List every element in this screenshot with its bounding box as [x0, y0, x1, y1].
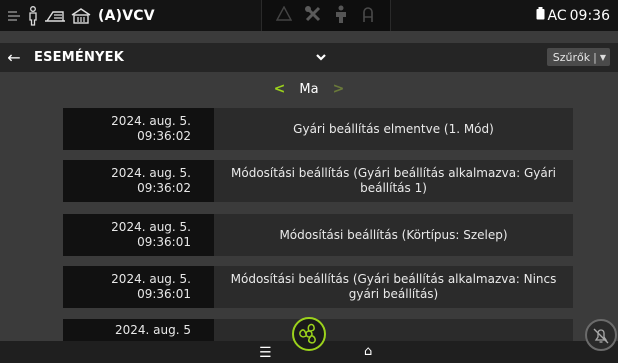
event-timestamp: 2024. aug. 5. 09:36:01 — [63, 266, 214, 308]
event-date: 2024. aug. 5 — [114, 323, 191, 337]
status-right: AC 09:36 — [536, 7, 618, 24]
battery-icon — [536, 7, 545, 24]
power-source-label: AC — [547, 7, 567, 24]
person-icon — [334, 5, 348, 27]
filters-label: Szűrők — [552, 50, 591, 64]
day-label: Ma — [299, 81, 319, 97]
event-description: Módosítási beállítás (Gyári beállítás al… — [214, 160, 573, 202]
page-header: ← ESEMÉNYEK Szűrők | ▼ — [0, 43, 618, 72]
status-center-icons — [261, 0, 391, 31]
hose-icon — [360, 5, 376, 27]
event-description — [214, 319, 573, 341]
fan-icon — [299, 323, 316, 344]
event-timestamp: 2024. aug. 5. 09:36:02 — [63, 160, 214, 202]
status-left: (A)VCV — [0, 0, 261, 31]
filters-separator: | — [593, 50, 597, 64]
chevron-down-icon[interactable] — [313, 49, 329, 65]
fan-button[interactable] — [292, 317, 326, 351]
event-time: 09:36:02 — [137, 129, 191, 143]
ventilation-mode: (A)VCV — [98, 7, 155, 24]
menu-icon[interactable]: ☰ — [259, 345, 272, 361]
event-description: Gyári beállítás elmentve (1. Mód) — [214, 108, 573, 150]
event-row[interactable]: 2024. aug. 5. 09:36:01 Módosítási beállí… — [63, 266, 573, 308]
event-time: 09:36:02 — [137, 181, 191, 195]
event-description: Módosítási beállítás (Gyári beállítás al… — [214, 266, 573, 308]
back-arrow-icon[interactable]: ← — [0, 48, 28, 67]
event-description: Módosítási beállítás (Körtípus: Szelep) — [214, 214, 573, 256]
status-bar: (A)VCV AC 09:36 — [0, 0, 618, 31]
event-timestamp: 2024. aug. 5. 09:36:01 — [63, 214, 214, 256]
event-date: 2024. aug. 5. — [111, 272, 191, 286]
bell-silence-icon — [593, 328, 609, 344]
previous-day-button[interactable]: < — [274, 81, 286, 97]
alarm-silence-button[interactable] — [585, 319, 617, 351]
clock: 09:36 — [569, 7, 610, 24]
next-day-button[interactable]: > — [333, 81, 345, 97]
humidifier-icon — [44, 9, 66, 23]
event-timestamp: 2024. aug. 5 — [63, 319, 214, 341]
event-row[interactable]: 2024. aug. 5. 09:36:01 Módosítási beállí… — [63, 214, 573, 256]
patient-icon — [27, 5, 39, 26]
filters-dropdown[interactable]: Szűrők | ▼ — [546, 48, 610, 66]
day-navigator: < Ma > — [0, 78, 618, 100]
event-date: 2024. aug. 5. — [111, 220, 191, 234]
tools-icon — [304, 5, 322, 27]
event-time: 09:36:01 — [137, 287, 191, 301]
event-row[interactable]: 2024. aug. 5. 09:36:02 Módosítási beállí… — [63, 160, 573, 202]
event-timestamp: 2024. aug. 5. 09:36:02 — [63, 108, 214, 150]
alarm-triangle-icon — [275, 5, 293, 25]
event-date: 2024. aug. 5. — [111, 166, 191, 180]
event-date: 2024. aug. 5. — [111, 114, 191, 128]
page-title: ESEMÉNYEK — [34, 50, 124, 65]
event-row[interactable]: 2024. aug. 5. 09:36:02 Gyári beállítás e… — [63, 108, 573, 150]
ventilator-icon — [6, 8, 22, 24]
dropdown-arrow-icon: ▼ — [599, 52, 606, 62]
home-icon[interactable]: ⌂ — [364, 344, 372, 359]
event-time: 09:36:01 — [137, 235, 191, 249]
building-icon — [71, 7, 91, 24]
